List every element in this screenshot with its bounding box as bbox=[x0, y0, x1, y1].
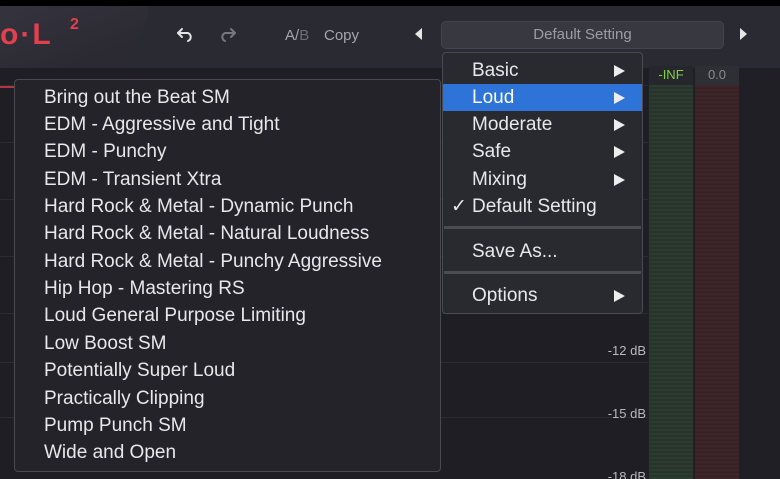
menu-item-label: Save As... bbox=[472, 241, 558, 262]
checkmark-icon: ✓ bbox=[451, 196, 467, 217]
submenu-item[interactable]: Hard Rock & Metal - Punchy Aggressive bbox=[44, 248, 382, 275]
preset-menu: Basic Loud Moderate Safe Mixing ✓ Defaul… bbox=[442, 52, 643, 314]
submenu-arrow-icon bbox=[614, 174, 625, 186]
left-meter-reading: -INF bbox=[649, 66, 693, 86]
submenu-item[interactable]: Hip Hop - Mastering RS bbox=[44, 275, 245, 302]
submenu-item[interactable]: EDM - Aggressive and Tight bbox=[44, 111, 280, 138]
menu-item-label: Default Setting bbox=[472, 196, 597, 217]
previous-preset-icon[interactable] bbox=[415, 28, 422, 40]
ab-compare-button[interactable]: A/B bbox=[285, 27, 309, 44]
submenu-item[interactable]: Bring out the Beat SM bbox=[44, 84, 230, 111]
db-scale-label: -12 dB bbox=[607, 343, 646, 358]
menu-item-label: Options bbox=[472, 285, 538, 306]
submenu-item[interactable]: EDM - Transient Xtra bbox=[44, 166, 221, 193]
submenu-item[interactable]: Hard Rock & Metal - Dynamic Punch bbox=[44, 193, 353, 220]
db-scale-label: -18 dB bbox=[607, 469, 646, 479]
db-scale-label: -15 dB bbox=[607, 406, 646, 421]
submenu-arrow-icon bbox=[614, 146, 625, 158]
menu-item-default-setting[interactable]: ✓ Default Setting bbox=[443, 193, 642, 220]
menu-separator bbox=[444, 226, 641, 229]
ab-b-label: B bbox=[299, 27, 310, 44]
submenu-item[interactable]: Loud General Purpose Limiting bbox=[44, 302, 306, 329]
submenu-arrow-icon bbox=[614, 290, 625, 302]
menu-item-basic[interactable]: Basic bbox=[443, 57, 642, 84]
next-preset-icon[interactable] bbox=[740, 28, 747, 40]
preset-selector[interactable]: Default Setting bbox=[441, 21, 724, 49]
submenu-arrow-icon bbox=[614, 92, 625, 104]
logo-superscript: 2 bbox=[70, 16, 79, 33]
menu-item-save-as[interactable]: Save As... bbox=[443, 238, 642, 265]
menu-item-label: Loud bbox=[472, 87, 515, 108]
menu-item-label: Safe bbox=[472, 141, 512, 162]
menu-item-loud[interactable]: Loud bbox=[443, 84, 642, 111]
submenu-item[interactable]: Potentially Super Loud bbox=[44, 357, 235, 384]
loud-presets-submenu: Bring out the Beat SM EDM - Aggressive a… bbox=[14, 79, 441, 472]
submenu-item[interactable]: Practically Clipping bbox=[44, 385, 205, 412]
submenu-arrow-icon bbox=[614, 119, 625, 131]
menu-item-mixing[interactable]: Mixing bbox=[443, 166, 642, 193]
submenu-item[interactable]: Wide and Open bbox=[44, 439, 176, 466]
logo-text: o·L bbox=[0, 18, 53, 51]
logo: o·L 2 bbox=[0, 6, 160, 68]
menu-separator bbox=[444, 271, 641, 274]
right-meter-reading: 0.0 bbox=[695, 66, 739, 86]
menu-item-label: Mixing bbox=[472, 169, 527, 190]
menu-item-label: Moderate bbox=[472, 114, 553, 135]
submenu-item[interactable]: EDM - Punchy bbox=[44, 138, 166, 165]
submenu-item[interactable]: Low Boost SM bbox=[44, 330, 167, 357]
ab-a-label: A bbox=[285, 27, 296, 44]
output-line bbox=[0, 86, 14, 88]
copy-button[interactable]: Copy bbox=[324, 27, 359, 44]
menu-item-safe[interactable]: Safe bbox=[443, 138, 642, 165]
right-level-meter bbox=[695, 85, 739, 479]
menu-item-label: Basic bbox=[472, 60, 519, 81]
menu-item-options[interactable]: Options bbox=[443, 282, 642, 309]
undo-icon[interactable] bbox=[176, 26, 196, 42]
submenu-item[interactable]: Pump Punch SM bbox=[44, 412, 187, 439]
submenu-arrow-icon bbox=[614, 65, 625, 77]
submenu-item[interactable]: Hard Rock & Metal - Natural Loudness bbox=[44, 220, 369, 247]
left-level-meter bbox=[649, 85, 693, 479]
redo-icon[interactable] bbox=[217, 26, 237, 42]
menu-item-moderate[interactable]: Moderate bbox=[443, 111, 642, 138]
